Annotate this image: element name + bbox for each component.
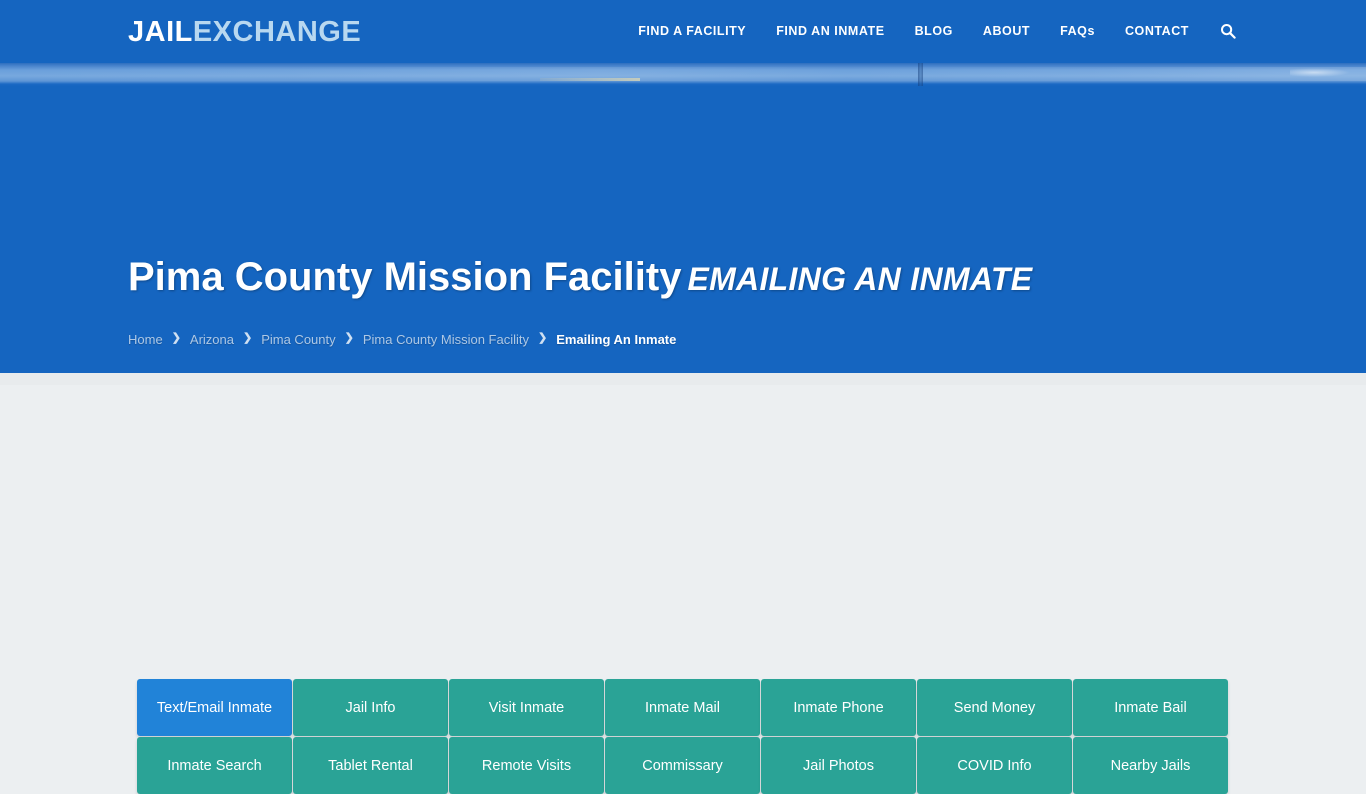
breadcrumb-separator-icon: ❯	[171, 332, 181, 344]
logo-text-jail: JAIL	[128, 16, 193, 48]
facility-nav-grid: Text/Email Inmate Jail Info Visit Inmate…	[137, 679, 1229, 794]
facility-nav-button-jail-photos[interactable]: Jail Photos	[761, 737, 916, 794]
logo-text-exchange: EXCHANGE	[192, 16, 362, 48]
nav-item-faqs[interactable]: FAQs	[1045, 22, 1110, 40]
facility-nav-button-visit-inmate[interactable]: Visit Inmate	[449, 679, 604, 736]
hero-banner-image	[0, 63, 1366, 86]
content-top-divider	[0, 373, 1366, 385]
nav-item-blog[interactable]: BLOG	[900, 22, 968, 40]
breadcrumb-item-pima-county[interactable]: Pima County	[261, 331, 335, 348]
hero-section: Pima County Mission Facility EMAILING AN …	[0, 86, 1366, 373]
page-title-section: EMAILING AN INMATE	[687, 261, 1033, 297]
facility-nav-button-nearby-jails[interactable]: Nearby Jails	[1073, 737, 1228, 794]
breadcrumb-separator-icon: ❯	[344, 332, 354, 344]
facility-nav-button-tablet-rental[interactable]: Tablet Rental	[293, 737, 448, 794]
breadcrumb-item-arizona[interactable]: Arizona	[190, 331, 234, 348]
facility-nav-button-inmate-mail[interactable]: Inmate Mail	[605, 679, 760, 736]
facility-nav-button-send-money[interactable]: Send Money	[917, 679, 1072, 736]
breadcrumb-separator-icon: ❯	[242, 332, 253, 344]
nav-item-about[interactable]: ABOUT	[968, 22, 1045, 40]
banner-cloud	[1290, 68, 1350, 77]
search-icon	[1221, 24, 1236, 39]
nav-item-find-a-facility[interactable]: FIND A FACILITY	[623, 22, 761, 40]
site-header: JAILEXCHANGE FIND A FACILITY FIND AN INM…	[0, 0, 1366, 63]
breadcrumb-item-home[interactable]: Home	[128, 331, 163, 348]
facility-nav-button-inmate-bail[interactable]: Inmate Bail	[1073, 679, 1228, 736]
banner-haze	[0, 67, 1366, 81]
facility-nav-button-commissary[interactable]: Commissary	[605, 737, 760, 794]
page-title: Pima County Mission Facility EMAILING AN …	[128, 253, 1032, 303]
facility-nav-button-jail-info[interactable]: Jail Info	[293, 679, 448, 736]
breadcrumb-item-current: Emailing An Inmate	[556, 332, 677, 347]
nav-item-find-an-inmate[interactable]: FIND AN INMATE	[761, 22, 899, 40]
site-logo[interactable]: JAILEXCHANGE	[128, 17, 361, 47]
breadcrumb-separator-icon: ❯	[538, 332, 548, 344]
breadcrumb-item-facility[interactable]: Pima County Mission Facility	[363, 331, 529, 348]
banner-pole	[918, 63, 923, 86]
search-button[interactable]	[1204, 23, 1240, 39]
facility-nav-button-text-email-inmate[interactable]: Text/Email Inmate	[137, 679, 292, 736]
facility-nav-button-covid-info[interactable]: COVID Info	[917, 737, 1072, 794]
header-inner: JAILEXCHANGE FIND A FACILITY FIND AN INM…	[0, 0, 1366, 63]
facility-nav-button-inmate-phone[interactable]: Inmate Phone	[761, 679, 916, 736]
nav-item-contact[interactable]: CONTACT	[1110, 22, 1204, 40]
page-title-facility: Pima County Mission Facility	[128, 255, 682, 299]
facility-nav-button-inmate-search[interactable]: Inmate Search	[137, 737, 292, 794]
banner-ledge	[540, 78, 640, 81]
facility-nav-button-remote-visits[interactable]: Remote Visits	[449, 737, 604, 794]
main-navigation: FIND A FACILITY FIND AN INMATE BLOG ABOU…	[623, 22, 1240, 40]
breadcrumb: Home ❯ Arizona ❯ Pima County ❯ Pima Coun…	[128, 331, 676, 348]
